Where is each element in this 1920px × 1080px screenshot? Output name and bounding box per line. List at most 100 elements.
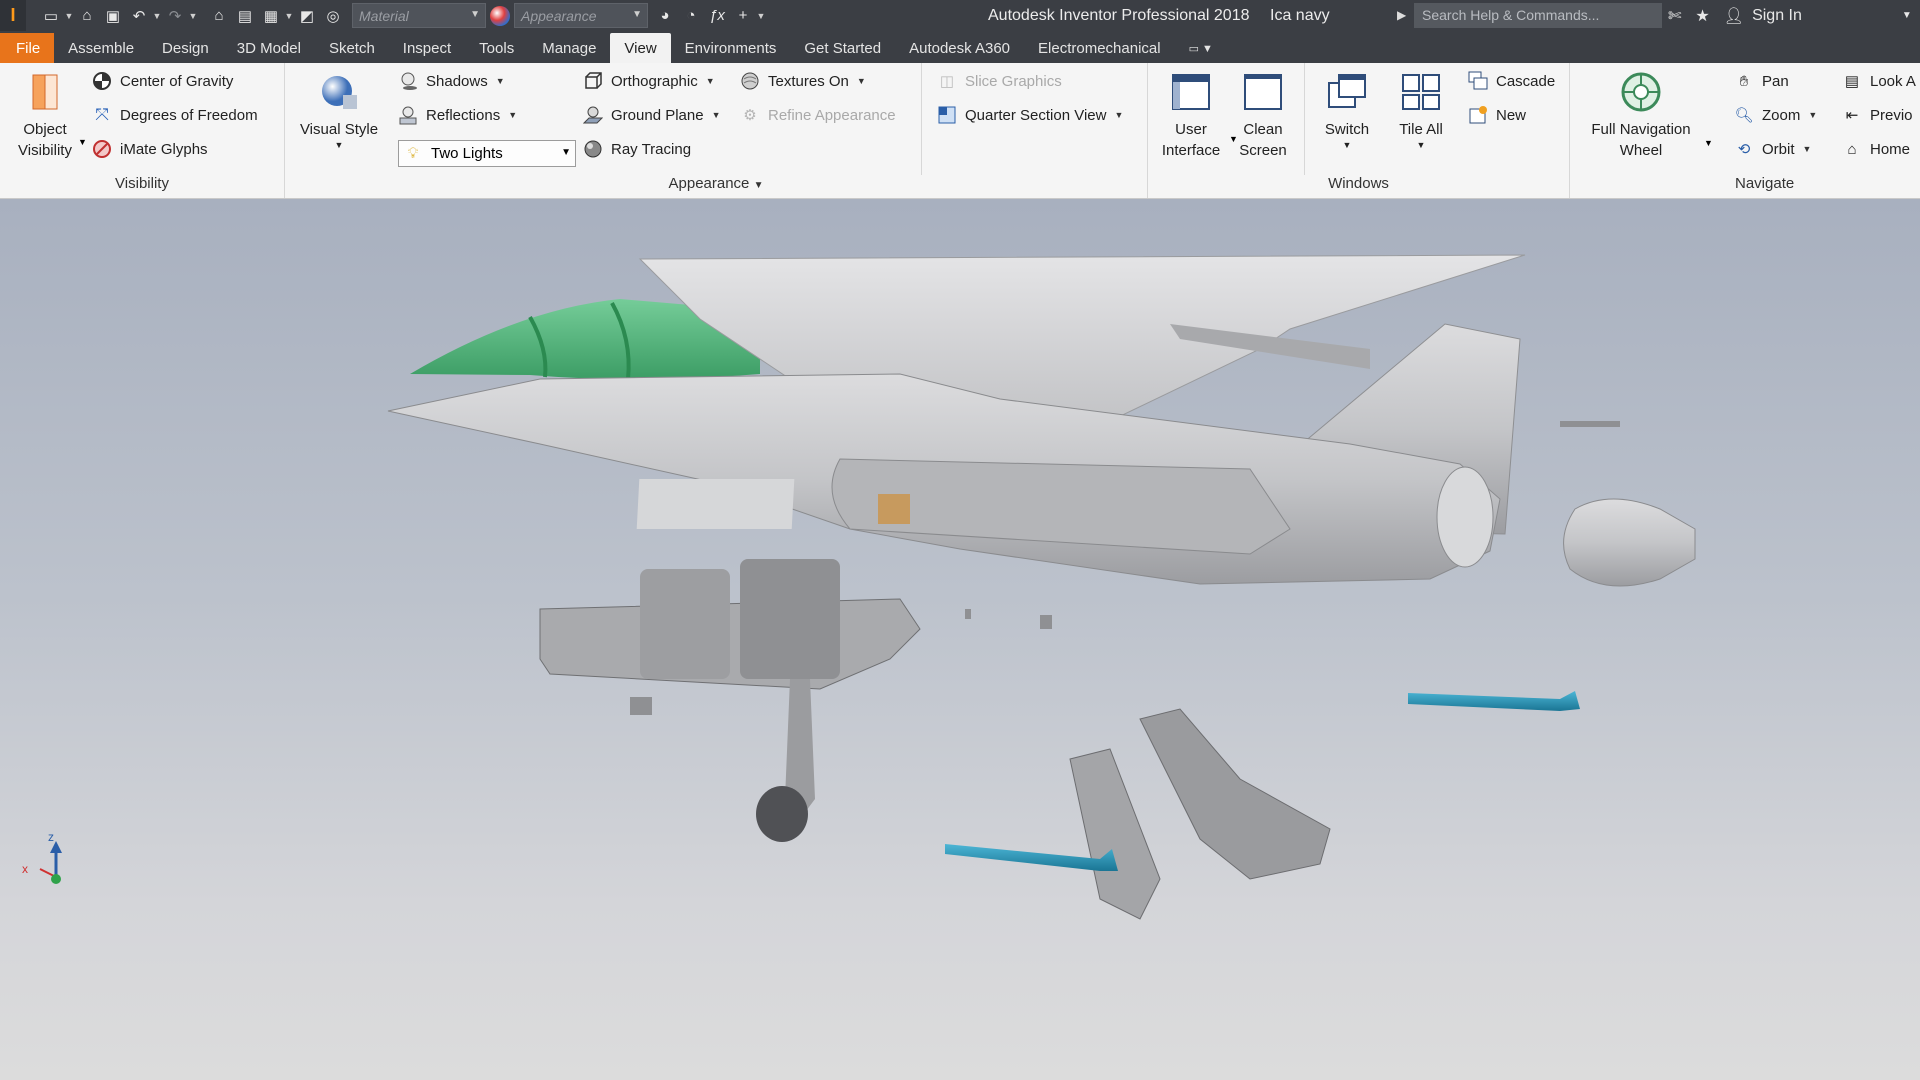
ejection-seat-front[interactable] bbox=[640, 569, 730, 679]
tab-manage[interactable]: Manage bbox=[528, 33, 610, 63]
user-icon[interactable]: 👤︎ bbox=[1724, 6, 1744, 26]
star-icon[interactable]: ★ bbox=[1695, 6, 1709, 26]
tab-3d-model[interactable]: 3D Model bbox=[223, 33, 315, 63]
undo-icon[interactable]: ↶ bbox=[126, 4, 152, 28]
tab-inspect[interactable]: Inspect bbox=[389, 33, 465, 63]
tab-environments[interactable]: Environments bbox=[671, 33, 791, 63]
select-icon[interactable]: ◩ bbox=[294, 4, 320, 28]
shadows-icon bbox=[398, 71, 418, 91]
chevron-down-icon[interactable]: ▼ bbox=[188, 11, 198, 21]
play-icon[interactable]: ▶ bbox=[1397, 8, 1406, 22]
material-combo[interactable]: Material ▼ bbox=[352, 3, 486, 28]
chevron-down-icon[interactable]: ▼ bbox=[152, 11, 162, 21]
tab-assemble[interactable]: Assemble bbox=[54, 33, 148, 63]
main-landing-gear-strut[interactable] bbox=[1069, 748, 1161, 920]
app-logo[interactable]: I bbox=[0, 0, 26, 31]
clean-screen-button[interactable]: Clean Screen bbox=[1232, 71, 1294, 161]
sign-in-link[interactable]: Sign In bbox=[1752, 7, 1802, 25]
chevron-down-icon[interactable]: ▼ bbox=[78, 137, 87, 147]
airbrake-part[interactable] bbox=[636, 479, 795, 529]
front-wheel[interactable] bbox=[756, 786, 808, 842]
clean-screen-icon bbox=[1244, 74, 1282, 110]
switch-button[interactable]: Switch ▼ bbox=[1314, 71, 1380, 150]
small-part[interactable] bbox=[1040, 615, 1052, 629]
ribbon-tabs: File Assemble Design 3D Model Sketch Inspect T… bbox=[0, 31, 1920, 63]
degrees-of-freedom-button[interactable]: ⤧ Degrees of Freedom bbox=[92, 105, 257, 125]
open-folder-icon[interactable]: ⌂ bbox=[74, 4, 100, 28]
tab-autodesk-a360[interactable]: Autodesk A360 bbox=[895, 33, 1024, 63]
user-interface-label-1: User bbox=[1175, 121, 1207, 138]
visual-style-button[interactable]: Visual Style ▼ bbox=[297, 71, 381, 150]
previous-view-button[interactable]: ⇤ Previo bbox=[1842, 105, 1913, 125]
orthographic-button[interactable]: Orthographic ▼ bbox=[583, 71, 715, 91]
properties-icon[interactable]: ▦ bbox=[258, 4, 284, 28]
small-part[interactable] bbox=[630, 697, 652, 715]
shadows-button[interactable]: Shadows ▼ bbox=[398, 71, 505, 91]
new-file-icon[interactable]: ▭ bbox=[38, 4, 64, 28]
orbit-button[interactable]: ⟲ Orbit ▼ bbox=[1734, 139, 1812, 159]
look-at-button[interactable]: ▤ Look A bbox=[1842, 71, 1916, 91]
textures-on-button[interactable]: Textures On ▼ bbox=[740, 71, 866, 91]
appearance-combo[interactable]: Appearance ▼ bbox=[514, 3, 648, 28]
search-binoculars-icon[interactable]: ✄ bbox=[1668, 6, 1681, 26]
tab-view[interactable]: View bbox=[610, 33, 671, 63]
ribbon: Object Visibility ▼ Center of Gravity ⤧ … bbox=[0, 63, 1920, 199]
home-view-label: Home bbox=[1870, 140, 1911, 158]
center-of-gravity-label: Center of Gravity bbox=[120, 72, 234, 90]
chevron-down-icon[interactable]: ▼ bbox=[754, 180, 764, 191]
small-part[interactable] bbox=[1560, 421, 1620, 427]
new-window-label: New bbox=[1496, 106, 1527, 124]
user-interface-button[interactable]: User Interface bbox=[1157, 71, 1225, 161]
engine-nozzle[interactable] bbox=[1436, 466, 1494, 568]
exhaust-cone-part[interactable] bbox=[1563, 498, 1696, 587]
zoom-icon: 🔍︎ bbox=[1734, 107, 1754, 124]
cascade-button[interactable]: Cascade bbox=[1468, 71, 1555, 91]
chevron-down-icon[interactable]: ▼ bbox=[284, 11, 294, 21]
tile-all-button[interactable]: Tile All ▼ bbox=[1388, 71, 1454, 150]
main-landing-gear-part[interactable] bbox=[1139, 708, 1331, 880]
save-icon[interactable]: ▣ bbox=[100, 4, 126, 28]
tab-file[interactable]: File bbox=[0, 33, 55, 63]
ground-plane-button[interactable]: Ground Plane ▼ bbox=[583, 105, 721, 125]
orthographic-label: Orthographic bbox=[611, 72, 698, 90]
tab-design[interactable]: Design bbox=[148, 33, 223, 63]
pan-button[interactable]: ✋︎ Pan bbox=[1734, 71, 1789, 91]
tab-electromechanical[interactable]: Electromechanical bbox=[1024, 33, 1175, 63]
add-icon[interactable]: + bbox=[730, 4, 756, 28]
tab-sketch[interactable]: Sketch bbox=[315, 33, 389, 63]
center-of-gravity-button[interactable]: Center of Gravity bbox=[92, 71, 233, 91]
chevron-down-icon[interactable]: ▼ bbox=[1902, 10, 1912, 21]
parameters-icon[interactable]: ƒx bbox=[704, 4, 730, 28]
adjust-appearance-icon[interactable]: ◕ bbox=[652, 4, 678, 28]
redo-icon[interactable]: ↷ bbox=[162, 4, 188, 28]
chevron-down-icon[interactable]: ▼ bbox=[1704, 138, 1713, 148]
axis-x-label: x bbox=[22, 862, 28, 876]
imate-glyphs-button[interactable]: iMate Glyphs bbox=[92, 139, 208, 159]
axis-triad[interactable]: z x bbox=[22, 830, 62, 884]
object-visibility-button[interactable]: Object Visibility bbox=[10, 71, 80, 161]
home-view-button[interactable]: ⌂ Home bbox=[1842, 139, 1910, 159]
zoom-button[interactable]: 🔍︎ Zoom ▼ bbox=[1734, 105, 1817, 125]
tab-get-started[interactable]: Get Started bbox=[790, 33, 895, 63]
chevron-down-icon[interactable]: ▼ bbox=[64, 11, 74, 21]
lighting-style-combo[interactable]: 💡︎ Two Lights ▼ bbox=[398, 140, 576, 167]
tab-tools[interactable]: Tools bbox=[465, 33, 528, 63]
ribbon-options-icon[interactable]: ▭ ▼ bbox=[1175, 33, 1227, 63]
home-icon[interactable]: ⌂ bbox=[206, 4, 232, 28]
search-input[interactable]: Search Help & Commands... bbox=[1414, 3, 1662, 28]
update-icon[interactable]: ◎ bbox=[320, 4, 346, 28]
small-part[interactable] bbox=[965, 609, 971, 619]
missile-right-part[interactable] bbox=[1408, 691, 1580, 711]
refine-appearance-button: ⚙ Refine Appearance bbox=[740, 105, 895, 125]
ray-tracing-button[interactable]: Ray Tracing bbox=[583, 139, 691, 159]
new-window-button[interactable]: New bbox=[1468, 105, 1526, 125]
graphics-viewport[interactable]: z x bbox=[0, 199, 1920, 1080]
quarter-section-view-button[interactable]: Quarter Section View ▼ bbox=[937, 105, 1123, 125]
print-icon[interactable]: ▤ bbox=[232, 4, 258, 28]
reflections-button[interactable]: Reflections ▼ bbox=[398, 105, 517, 125]
chevron-down-icon[interactable]: ▼ bbox=[756, 11, 766, 21]
ejection-seat-rear[interactable] bbox=[740, 559, 840, 679]
full-navigation-wheel-button[interactable]: Full Navigation Wheel bbox=[1582, 71, 1700, 161]
app-title: Autodesk Inventor Professional 2018 bbox=[988, 7, 1250, 24]
clear-appearance-icon[interactable]: ◔ bbox=[678, 4, 704, 28]
